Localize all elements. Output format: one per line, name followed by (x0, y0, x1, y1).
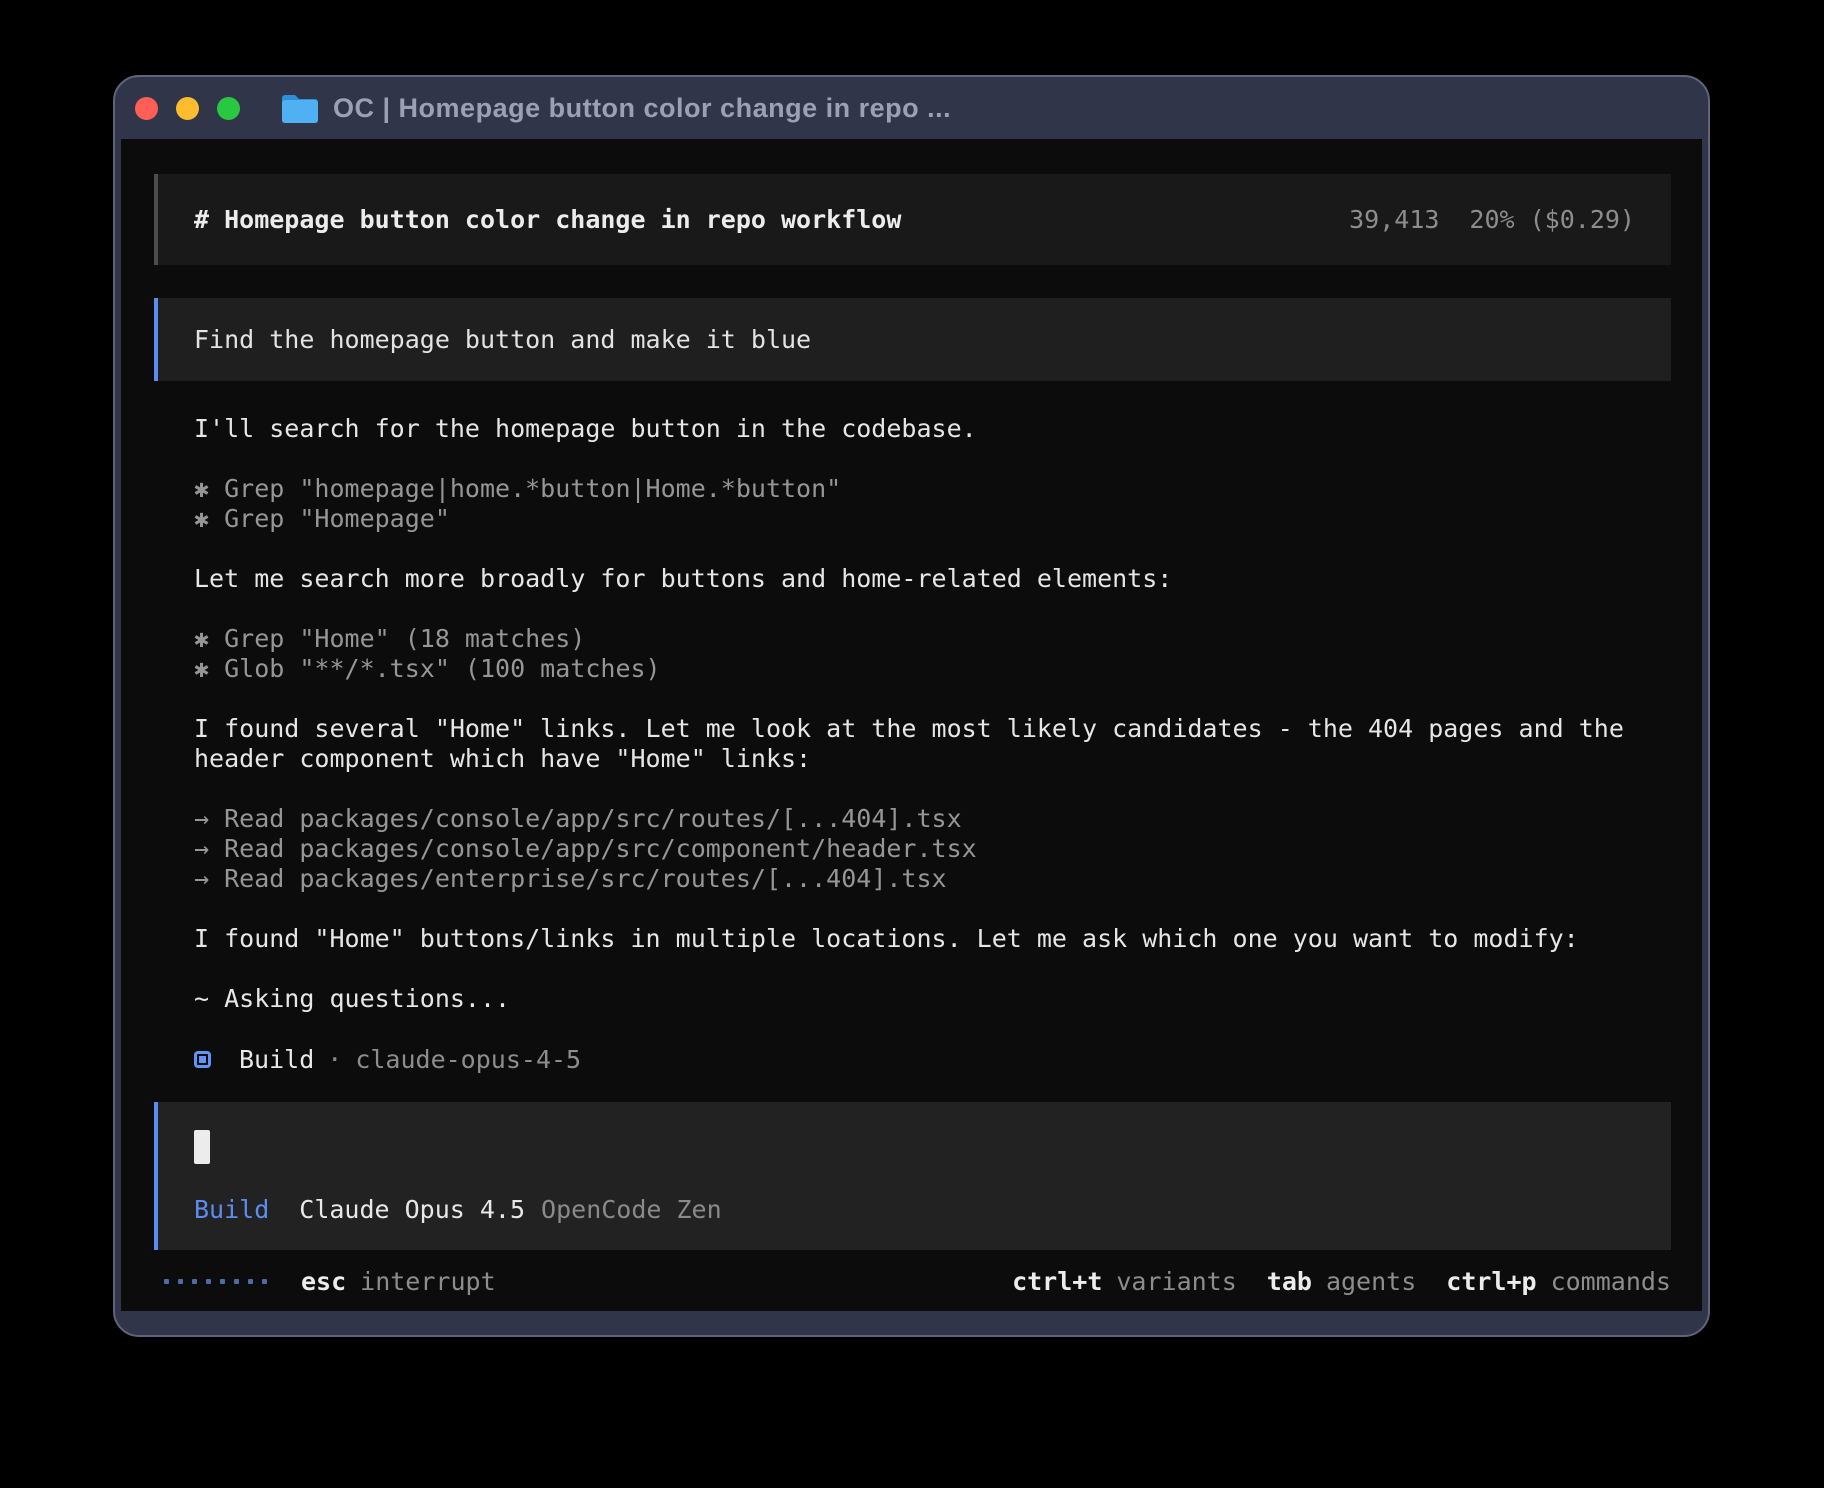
agent-build-icon (194, 1051, 211, 1068)
shortcut-hints: ctrl+t variants tab agents ctrl+p commands (982, 1267, 1671, 1296)
session-title: # Homepage button color change in repo w… (194, 205, 901, 234)
shortcut-label: variants (1116, 1267, 1236, 1296)
tool-call-line: ✱ Grep "homepage|home.*button|Home.*butt… (194, 474, 1671, 504)
blank-line (194, 444, 1671, 474)
blank-line (194, 774, 1671, 804)
shortcut-label: commands (1551, 1267, 1671, 1296)
assistant-paragraph: I found several "Home" links. Let me loo… (194, 714, 1671, 774)
blank-line (194, 954, 1671, 984)
session-header: # Homepage button color change in repo w… (154, 174, 1671, 265)
tool-call-line: → Read packages/console/app/src/componen… (194, 834, 1671, 864)
agent-task-label: Build (239, 1045, 314, 1074)
tool-prefix-icon: → (194, 834, 224, 863)
spinner-dot (220, 1279, 225, 1284)
user-message-text: Find the homepage button and make it blu… (194, 325, 811, 354)
shortcut-key: ctrl+p (1446, 1267, 1536, 1296)
session-stats: 39,413 20% ($0.29) (1349, 205, 1635, 234)
traffic-lights (135, 77, 240, 139)
blank-line (194, 894, 1671, 924)
tool-call-line: → Read packages/console/app/src/routes/[… (194, 804, 1671, 834)
tool-prefix-icon: ✱ (194, 654, 224, 683)
tool-call-line: ✱ Glob "**/*.tsx" (100 matches) (194, 654, 1671, 684)
minimize-button[interactable] (176, 97, 199, 120)
input-status-row: Build Claude Opus 4.5 OpenCode Zen (194, 1194, 1635, 1224)
tool-call-line: ✱ Grep "Homepage" (194, 504, 1671, 534)
window-title: OC | Homepage button color change in rep… (333, 93, 951, 124)
prompt-input[interactable]: Build Claude Opus 4.5 OpenCode Zen (154, 1102, 1671, 1250)
agent-task-row: Build · claude-opus-4-5 (194, 1044, 1671, 1074)
tool-prefix-icon: ✱ (194, 474, 224, 503)
close-button[interactable] (135, 97, 158, 120)
tool-call-line: ✱ Grep "Home" (18 matches) (194, 624, 1671, 654)
blank-line (194, 684, 1671, 714)
tool-prefix-icon: → (194, 804, 224, 833)
shortcut-commands: ctrl+p commands (1446, 1267, 1671, 1296)
user-message: Find the homepage button and make it blu… (154, 298, 1671, 381)
shortcut-key: tab (1267, 1267, 1312, 1296)
tool-call-text: Grep "Home" (18 matches) (224, 624, 585, 653)
titlebar: OC | Homepage button color change in rep… (115, 77, 1708, 139)
shortcut-label-interrupt: interrupt (360, 1267, 495, 1296)
shortcut-agents: tab agents (1267, 1267, 1416, 1296)
tool-prefix-icon: ✱ (194, 624, 224, 653)
agent-model-name: claude-opus-4-5 (355, 1045, 581, 1074)
assistant-text-line: I found "Home" buttons/links in multiple… (194, 924, 1671, 954)
provider-label: OpenCode Zen (541, 1195, 722, 1224)
spinner-dot (192, 1279, 197, 1284)
assistant-text-line: Let me search more broadly for buttons a… (194, 564, 1671, 594)
terminal-window: OC | Homepage button color change in rep… (113, 75, 1710, 1337)
shortcut-key: ctrl+t (1012, 1267, 1102, 1296)
folder-icon (280, 92, 320, 124)
assistant-text-line: ~ Asking questions... (194, 984, 1671, 1014)
token-count: 39,413 (1349, 205, 1439, 234)
zoom-button[interactable] (217, 97, 240, 120)
tool-call-text: Grep "Homepage" (224, 504, 450, 533)
tool-call-line: → Read packages/enterprise/src/routes/[.… (194, 864, 1671, 894)
shortcut-variants: ctrl+t variants (1012, 1267, 1237, 1296)
tool-call-text: Read packages/enterprise/src/routes/[...… (224, 864, 946, 893)
spinner-dot (262, 1279, 267, 1284)
spinner-dot (178, 1279, 183, 1284)
assistant-text-line: I'll search for the homepage button in t… (194, 414, 1671, 444)
shortcut-key-esc: esc (301, 1267, 346, 1296)
shortcut-label: agents (1326, 1267, 1416, 1296)
spinner-dot (206, 1279, 211, 1284)
agent-separator: · (327, 1045, 342, 1074)
agent-mode-label: Build (194, 1195, 269, 1224)
conversation-flow: I'll search for the homepage button in t… (194, 414, 1671, 1074)
blank-line (194, 534, 1671, 564)
context-usage: 20% ($0.29) (1469, 205, 1635, 234)
tool-call-text: Read packages/console/app/src/component/… (224, 834, 977, 863)
model-label: Claude Opus 4.5 (299, 1195, 525, 1224)
terminal-screen: # Homepage button color change in repo w… (121, 139, 1702, 1311)
blank-line (194, 594, 1671, 624)
tool-call-text: Read packages/console/app/src/routes/[..… (224, 804, 962, 833)
spinner-dot (248, 1279, 253, 1284)
spinner-dot (234, 1279, 239, 1284)
spinner-dots (164, 1279, 267, 1284)
tool-prefix-icon: ✱ (194, 504, 224, 533)
blank-line (194, 1014, 1671, 1044)
tool-call-text: Grep "homepage|home.*button|Home.*button… (224, 474, 841, 503)
status-bar: esc interrupt ctrl+tvariantstabagentsctr… (154, 1266, 1671, 1296)
text-cursor (194, 1130, 210, 1164)
tool-call-text: Glob "**/*.tsx" (100 matches) (224, 654, 661, 683)
spinner-dot (164, 1279, 169, 1284)
tool-prefix-icon: → (194, 864, 224, 893)
